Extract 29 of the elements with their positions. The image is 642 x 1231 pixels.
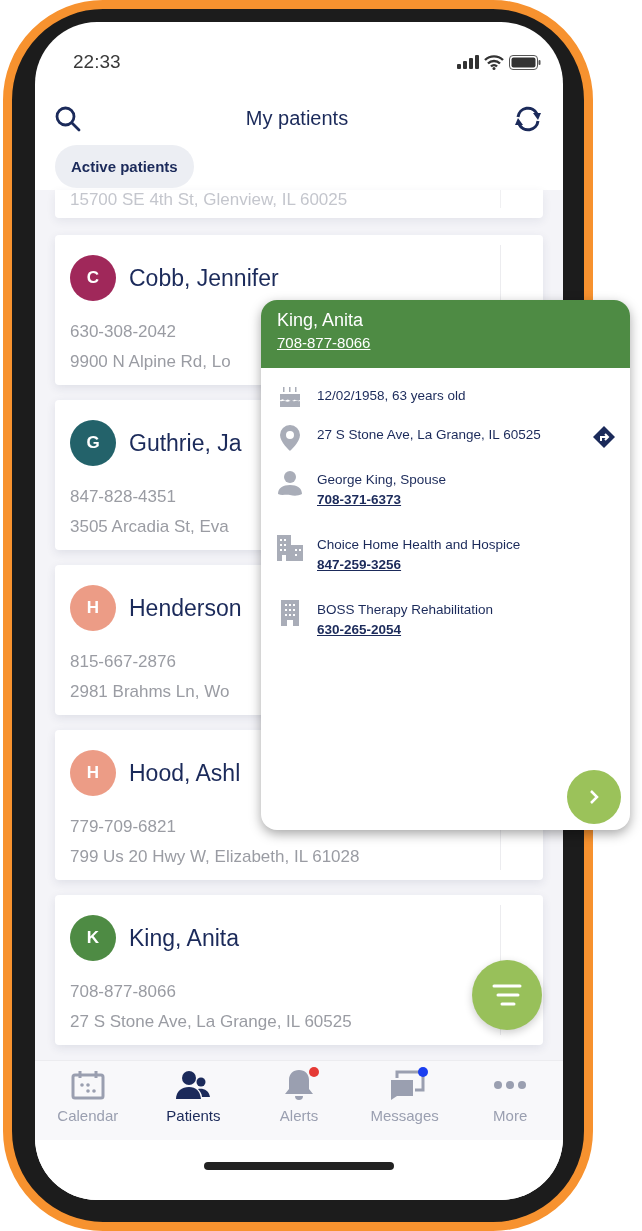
patient-address: 799 Us 20 Hwy W, Elizabeth, IL 61028: [70, 846, 360, 868]
address-text: 27 S Stone Ave, La Grange, IL 60525: [317, 426, 541, 444]
patient-phone: 779-709-6821: [70, 816, 176, 838]
patient-phone: 815-667-2876: [70, 651, 176, 673]
avatar-initial: G: [70, 420, 116, 466]
patient-name: Henderson: [129, 594, 242, 622]
popup-patient-name: King, Anita: [277, 310, 365, 331]
avatar-initial: C: [70, 255, 116, 301]
patient-address: 2981 Brahms Ln, Wo: [70, 681, 230, 703]
facility-name: BOSS Therapy Rehabilitation: [317, 601, 494, 619]
patient-name: Hood, Ashl: [129, 759, 241, 787]
patient-address: 27 S Stone Ave, La Grange, IL 60525: [70, 1011, 352, 1033]
patient-address: 15700 SE 4th St, Glenview, IL 60025: [70, 190, 348, 210]
patient-address: 3505 Arcadia St, Eva: [70, 516, 229, 538]
patient-address: 9900 N Alpine Rd, Lo: [70, 351, 231, 373]
patient-phone: 630-308-2042: [70, 321, 176, 343]
agency-name: Choice Home Health and Hospice: [317, 536, 521, 554]
avatar-initial: H: [70, 585, 116, 631]
avatar-initial: H: [70, 750, 116, 796]
birth-date-text: 12/02/1958, 63 years old: [317, 387, 466, 405]
patient-name: Guthrie, Ja: [129, 429, 242, 457]
patient-name: King, Anita: [129, 924, 239, 952]
patient-name: Cobb, Jennifer: [129, 264, 279, 292]
avatar-initial: K: [70, 915, 116, 961]
contact-name: George King, Spouse: [317, 471, 447, 489]
status-time: 22:33: [73, 51, 121, 73]
screen-title: My patients: [245, 107, 349, 130]
patient-phone: 708-877-8066: [70, 981, 176, 1003]
patient-phone: 847-828-4351: [70, 486, 176, 508]
